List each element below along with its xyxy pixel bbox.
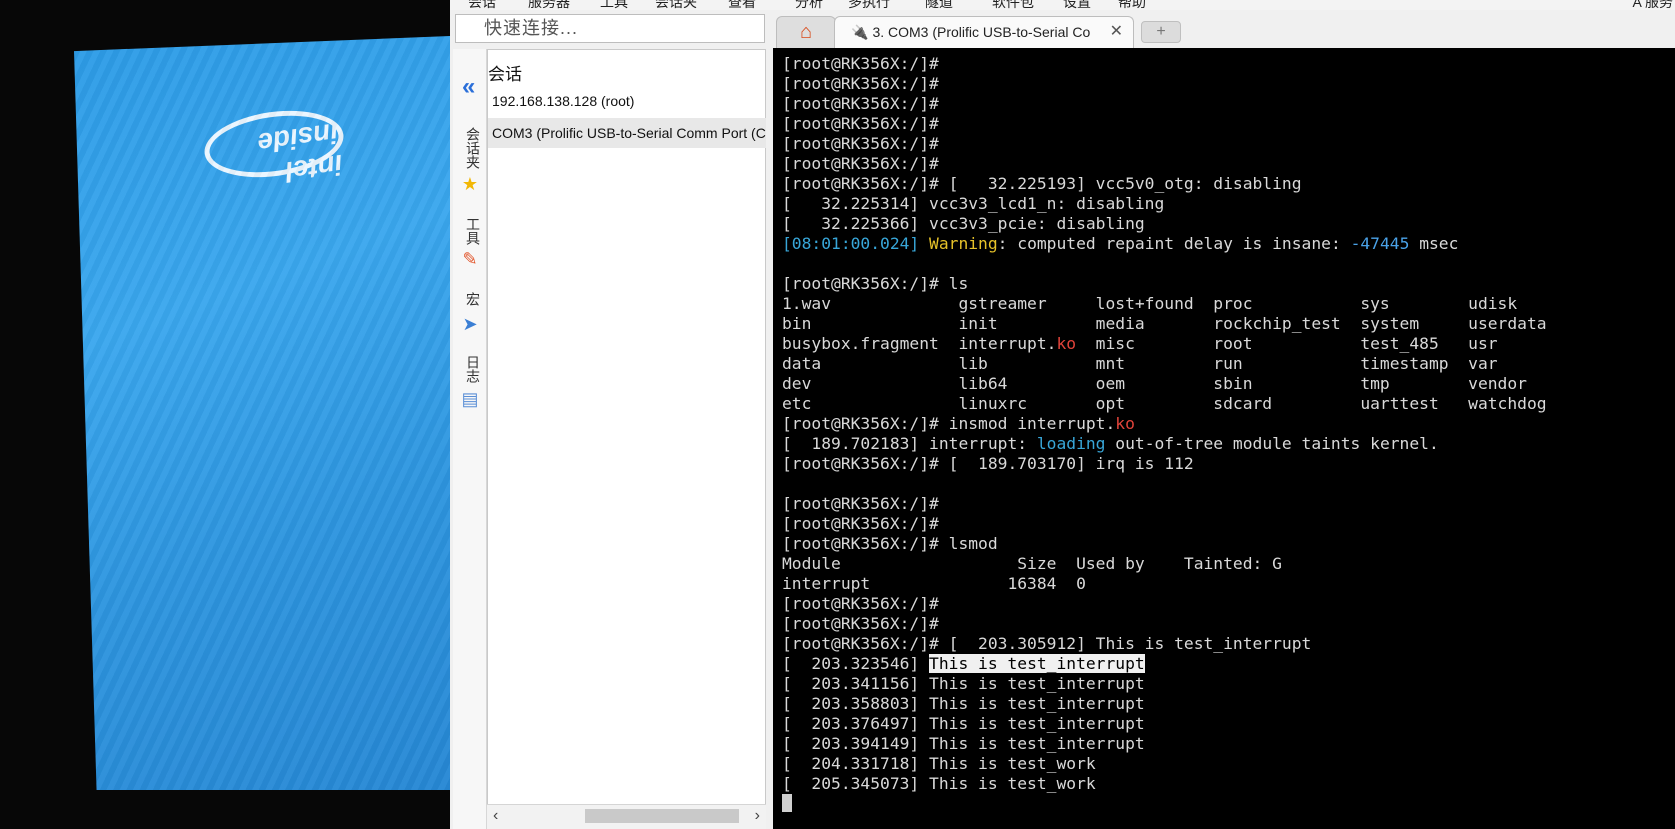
terminal-line: [root@RK356X:/]# xyxy=(782,594,939,613)
menu-item-view[interactable]: 查看 xyxy=(728,0,756,10)
terminal[interactable]: [root@RK356X:/]# [root@RK356X:/]# [root@RK… xyxy=(773,48,1675,829)
menu-item-split[interactable]: 分析 xyxy=(795,0,823,10)
mobaxterm-window: 会话 服务器 工具 会话夹 查看 分析 多执行 隧道 软件包 设置 帮助 A 服… xyxy=(450,0,1675,829)
tab-sessions[interactable]: 会话夹 xyxy=(462,127,482,169)
terminal-line: [ 32.225314] vcc3v3_lcd1_n: disabling xyxy=(782,194,1165,213)
terminal-line: [ 204.331718] This is test_work xyxy=(782,754,1096,773)
terminal-line: [root@RK356X:/]# xyxy=(782,154,939,173)
collapse-sidebar-icon[interactable]: « xyxy=(462,73,475,101)
terminal-line: Module Size Used by Tainted: G xyxy=(782,554,1282,573)
menu-item-server[interactable]: 服务器 xyxy=(528,0,570,10)
sidebar-vertical-tabs: « 会话夹 ★ 工具 ✎ 宏 ➤ 日志 ▤ xyxy=(453,49,487,829)
scroll-left-icon[interactable]: ‹ xyxy=(493,807,498,825)
horizontal-scrollbar[interactable]: ‹ › xyxy=(487,804,766,829)
home-icon: ⌂ xyxy=(799,21,813,43)
tab-log[interactable]: 日志 xyxy=(462,355,482,383)
terminal-line: [ 203.394149] This is test_interrupt xyxy=(782,734,1145,753)
terminal-line: [root@RK356X:/]# [ 189.703170] irq is 11… xyxy=(782,454,1194,473)
tab-macros[interactable]: 宏 xyxy=(462,292,482,306)
session-item-com3[interactable]: COM3 (Prolific USB-to-Serial Comm Port (… xyxy=(488,118,766,148)
terminal-line: dev lib64 oem sbin tmp vendor xyxy=(782,374,1527,393)
terminal-line: [ 32.225366] vcc3v3_pcie: disabling xyxy=(782,214,1145,233)
camera-photo-background: intel inside xyxy=(0,0,450,829)
terminal-line: busybox.fragment interrupt.ko misc root … xyxy=(782,334,1498,353)
terminal-line: [08:01:00.024] Warning: computed repaint… xyxy=(782,234,1459,253)
terminal-line: [root@RK356X:/]# [ 203.305912] This is t… xyxy=(782,634,1312,653)
terminal-line: [root@RK356X:/]# xyxy=(782,54,939,73)
terminal-line: [root@RK356X:/]# xyxy=(782,74,939,93)
terminal-line: [root@RK356X:/]# insmod interrupt.ko xyxy=(782,414,1135,433)
terminal-line: interrupt 16384 0 xyxy=(782,574,1086,593)
menu-item-packages[interactable]: 软件包 xyxy=(992,0,1034,10)
terminal-line: bin init media rockchip_test system user… xyxy=(782,314,1547,333)
tab-bar: ⌂ 🔌 3. COM3 (Prolific USB-to-Serial Co ✕ … xyxy=(772,14,1675,49)
intel-logo: intel inside xyxy=(200,102,348,188)
terminal-cursor xyxy=(782,794,792,812)
terminal-line: [root@RK356X:/]# xyxy=(782,114,939,133)
terminal-line: data lib mnt run timestamp var xyxy=(782,354,1498,373)
session-tree: 会话 192.168.138.128 (root) COM3 (Prolific… xyxy=(487,49,766,829)
scroll-thumb[interactable] xyxy=(585,809,739,823)
terminal-line: [root@RK356X:/]# lsmod xyxy=(782,534,998,553)
tools-icon[interactable]: ✎ xyxy=(460,249,480,269)
menu-item-tunnel[interactable]: 隧道 xyxy=(925,0,953,10)
tab-tools[interactable]: 工具 xyxy=(462,217,482,245)
scroll-right-icon[interactable]: › xyxy=(755,807,760,825)
terminal-output: [root@RK356X:/]# [root@RK356X:/]# [root@RK… xyxy=(782,54,1547,814)
terminal-line: [root@RK356X:/]# ls xyxy=(782,274,969,293)
terminal-line: [root@RK356X:/]# xyxy=(782,134,939,153)
terminal-line: [root@RK356X:/]# [ 32.225193] vcc5v0_otg… xyxy=(782,174,1302,193)
menu-bar: 会话 服务器 工具 会话夹 查看 分析 多执行 隧道 软件包 设置 帮助 A 服… xyxy=(450,0,1675,10)
terminal-line: [root@RK356X:/]# xyxy=(782,94,939,113)
terminal-line: 1.wav gstreamer lost+found proc sys udis… xyxy=(782,294,1518,313)
new-tab-button[interactable]: + xyxy=(1141,21,1181,43)
menu-item-help[interactable]: 帮助 xyxy=(1118,0,1146,10)
tablet-screen: intel inside xyxy=(74,36,450,790)
menu-item-folders[interactable]: 会话夹 xyxy=(655,0,697,10)
terminal-line: [ 189.702183] interrupt: loading out-of-… xyxy=(782,434,1439,453)
tab-com3-label: 3. COM3 (Prolific USB-to-Serial Co xyxy=(872,24,1091,40)
terminal-line: etc linuxrc opt sdcard uarttest watchdog xyxy=(782,394,1547,413)
terminal-line: [root@RK356X:/]# xyxy=(782,614,939,633)
home-tab[interactable]: ⌂ xyxy=(776,16,836,48)
intel-logo-text: intel inside xyxy=(255,117,345,188)
session-item-ssh[interactable]: 192.168.138.128 (root) xyxy=(488,86,766,116)
serial-port-icon: 🔌 xyxy=(851,24,869,40)
terminal-cursor-line xyxy=(782,794,1547,814)
terminal-line: [ 203.358803] This is test_interrupt xyxy=(782,694,1145,713)
menu-item-session[interactable]: 会话 xyxy=(468,0,496,10)
close-tab-icon[interactable]: ✕ xyxy=(1110,17,1123,47)
terminal-line: [ 203.376497] This is test_interrupt xyxy=(782,714,1145,733)
terminal-line: [ 203.323546] This is test_interrupt xyxy=(782,654,1145,673)
tree-root-sessions[interactable]: 会话 xyxy=(488,60,522,85)
menu-item-multiexec[interactable]: 多执行 xyxy=(848,0,890,10)
terminal-line: [root@RK356X:/]# xyxy=(782,494,939,513)
quick-connect-input[interactable]: 快速连接... xyxy=(455,14,765,43)
star-icon[interactable]: ★ xyxy=(460,174,480,194)
terminal-line: [root@RK356X:/]# xyxy=(782,514,939,533)
terminal-line: [ 205.345073] This is test_work xyxy=(782,774,1096,793)
send-icon[interactable]: ➤ xyxy=(460,314,480,334)
menu-item-right[interactable]: A 服务 xyxy=(1633,0,1673,10)
log-icon[interactable]: ▤ xyxy=(460,389,480,409)
menu-item-settings[interactable]: 设置 xyxy=(1063,0,1091,10)
tab-com3[interactable]: 🔌 3. COM3 (Prolific USB-to-Serial Co ✕ xyxy=(834,16,1134,49)
terminal-line: [ 203.341156] This is test_interrupt xyxy=(782,674,1145,693)
menu-item-tools[interactable]: 工具 xyxy=(600,0,628,10)
